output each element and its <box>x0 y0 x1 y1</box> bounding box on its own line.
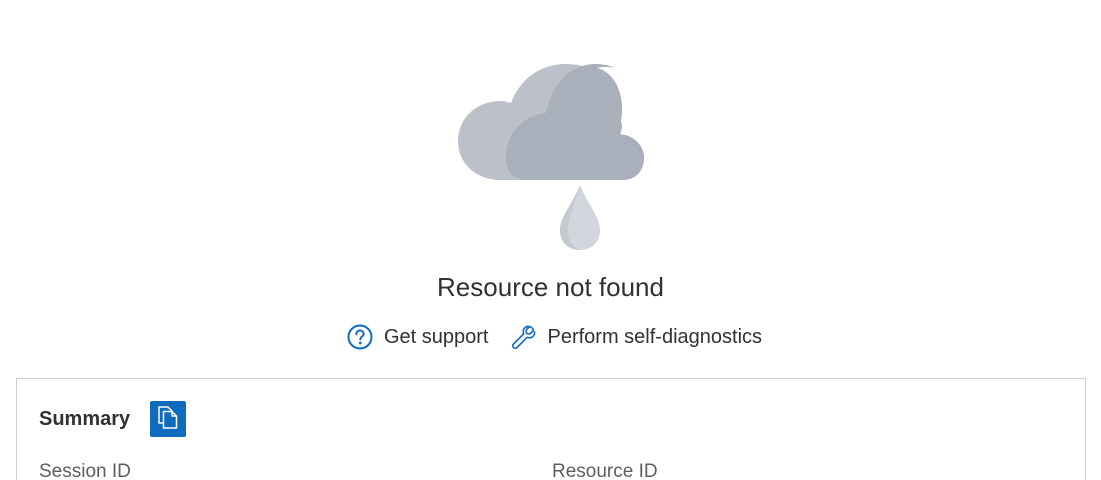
get-support-label: Get support <box>383 326 489 348</box>
self-diagnostics-label: Perform self-diagnostics <box>547 326 763 348</box>
error-page: Resource not found Get support Perform s… <box>0 0 1101 480</box>
summary-header: Summary <box>39 401 187 437</box>
help-links: Get support Perform self-diagnostics <box>0 320 1101 354</box>
question-circle-icon <box>347 324 373 350</box>
resource-id-label: Resource ID <box>552 461 658 480</box>
get-support-link[interactable]: Get support <box>347 320 489 354</box>
summary-title: Summary <box>39 407 131 430</box>
wrench-icon <box>510 324 536 350</box>
cloud-rain-icon <box>440 55 660 260</box>
copy-button[interactable] <box>150 401 187 437</box>
copy-icon <box>157 404 179 435</box>
error-title: Resource not found <box>437 272 664 302</box>
self-diagnostics-link[interactable]: Perform self-diagnostics <box>510 320 762 354</box>
summary-panel: Summary Session ID Resource ID <box>16 378 1086 480</box>
session-id-label: Session ID <box>39 461 131 480</box>
